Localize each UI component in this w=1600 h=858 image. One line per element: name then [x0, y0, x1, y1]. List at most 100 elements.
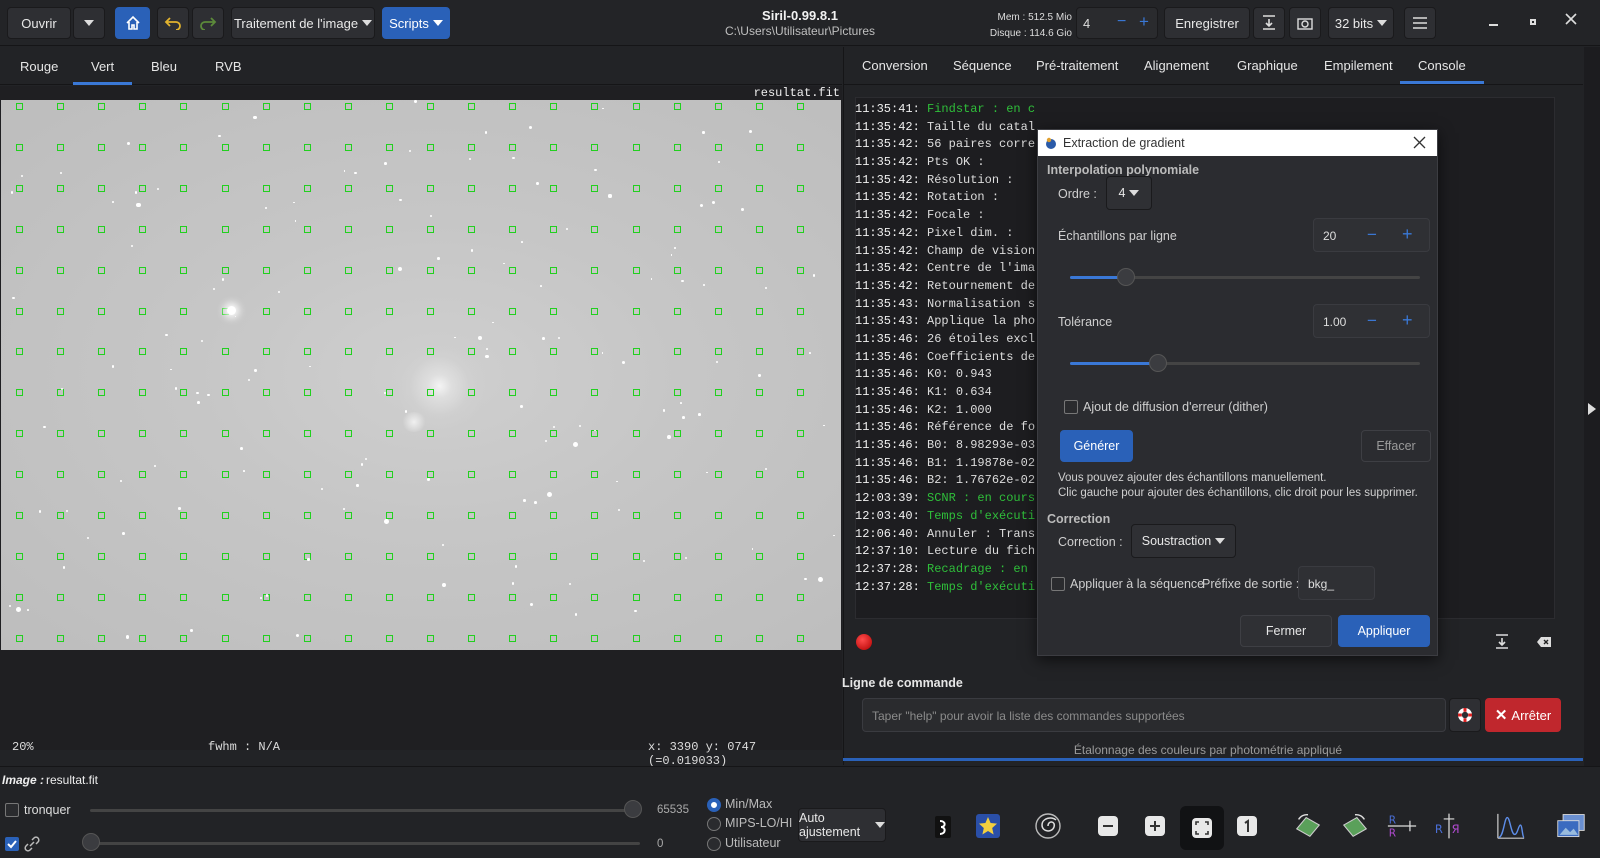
tab-bleu[interactable]: Bleu — [151, 59, 177, 74]
background-sample-box — [509, 143, 517, 151]
close-dialog-button[interactable]: Fermer — [1240, 615, 1332, 647]
close-icon[interactable] — [1413, 136, 1426, 149]
background-sample-box — [139, 266, 147, 274]
gallery-button[interactable] — [1556, 811, 1586, 841]
zoom-out-button[interactable] — [1093, 811, 1123, 841]
tab-console[interactable]: Console — [1400, 58, 1484, 84]
bit-depth-menu[interactable]: 32 bits — [1328, 7, 1394, 39]
min-slider[interactable] — [82, 833, 642, 853]
background-sample-box — [98, 103, 106, 110]
background-sample-box — [303, 348, 311, 356]
minus-icon[interactable]: − — [1367, 225, 1377, 245]
tolerance-spin[interactable]: 1.00 − + — [1313, 304, 1430, 338]
command-input[interactable]: Taper "help" pour avoir la liste des com… — [862, 698, 1446, 732]
histogram-tool-button[interactable] — [928, 811, 958, 841]
correction-select[interactable]: Soustraction — [1131, 524, 1236, 558]
plus-icon[interactable]: + — [1402, 224, 1413, 245]
open-menu-button[interactable] — [73, 7, 105, 39]
mirror-horizontal-icon: RR — [1387, 814, 1417, 840]
snapshot-button[interactable] — [1289, 7, 1321, 39]
stop-button[interactable]: ✕ Arrêter — [1485, 698, 1561, 732]
generate-button[interactable]: Générer — [1060, 430, 1133, 462]
histogram-button[interactable] — [1496, 811, 1526, 841]
rotate-left-button[interactable] — [1293, 811, 1323, 841]
minimize-button[interactable] — [1487, 14, 1501, 28]
minus-icon[interactable]: − — [1367, 311, 1377, 331]
radio-minmax[interactable] — [707, 798, 721, 812]
max-slider[interactable] — [90, 800, 650, 820]
link-checkbox[interactable] — [5, 837, 19, 851]
tab-sequence[interactable]: Séquence — [953, 58, 1012, 73]
redo-button[interactable] — [192, 7, 224, 39]
hamburger-menu-button[interactable] — [1404, 7, 1436, 39]
zoom-fit-button[interactable] — [1180, 806, 1224, 850]
console-message: 56 paires corres — [927, 137, 1035, 152]
zoom-in-button[interactable] — [1140, 811, 1170, 841]
tab-plot[interactable]: Graphique — [1237, 58, 1298, 73]
tab-conversion[interactable]: Conversion — [862, 58, 928, 73]
background-sample-box — [262, 512, 270, 519]
slider-knob[interactable] — [1117, 268, 1135, 286]
save-log-button[interactable] — [1494, 634, 1512, 652]
tab-rvb[interactable]: RVB — [215, 59, 242, 74]
tab-preprocessing[interactable]: Pré-traitement — [1036, 58, 1118, 73]
home-button[interactable] — [115, 7, 150, 39]
star-detect-button[interactable] — [973, 811, 1003, 841]
console-timestamp: 11:35:46: — [855, 349, 920, 364]
slider-knob[interactable] — [82, 833, 100, 851]
panel-toggle-arrow[interactable] — [1584, 47, 1600, 767]
clip-label: tronquer — [24, 803, 71, 817]
dither-checkbox[interactable] — [1064, 400, 1078, 414]
samples-spin[interactable]: 20 − + — [1313, 218, 1430, 252]
minus-icon[interactable]: − — [1117, 13, 1126, 31]
background-sample-box — [262, 348, 270, 356]
radio-user[interactable] — [707, 837, 721, 851]
samples-slider[interactable] — [1070, 268, 1420, 286]
tab-vert[interactable]: Vert — [72, 59, 133, 85]
tab-rouge[interactable]: Rouge — [20, 59, 58, 74]
clear-log-button[interactable] — [1536, 636, 1554, 650]
background-sample-box — [714, 389, 722, 397]
save-as-button[interactable] — [1253, 7, 1285, 39]
plus-icon[interactable]: + — [1402, 310, 1413, 331]
tolerance-slider[interactable] — [1070, 354, 1420, 372]
background-sample-box — [550, 389, 558, 397]
rotate-right-button[interactable] — [1340, 811, 1370, 841]
astro-image[interactable] — [1, 100, 841, 650]
image-viewport[interactable]: resultat.fit 20% fwhm : N/A x: 3390 y: 0… — [0, 86, 842, 768]
apply-button[interactable]: Appliquer — [1338, 615, 1430, 647]
open-button[interactable]: Ouvrir — [7, 7, 71, 39]
prefix-input[interactable]: bkg_ — [1298, 566, 1375, 600]
tab-stacking[interactable]: Empilement — [1324, 58, 1393, 73]
undo-button[interactable] — [157, 7, 189, 39]
background-sample-box — [180, 512, 188, 519]
star — [222, 278, 225, 281]
tab-registration[interactable]: Alignement — [1144, 58, 1209, 73]
maximize-button[interactable] — [1526, 14, 1540, 28]
slider-knob[interactable] — [624, 800, 642, 818]
clear-samples-button[interactable]: Effacer — [1361, 430, 1431, 462]
image-processing-menu[interactable]: Traitement de l'image — [231, 7, 375, 39]
plus-icon[interactable]: + — [1139, 12, 1149, 32]
auto-adjust-menu[interactable]: Auto ajustement — [798, 808, 886, 842]
background-sample-box — [714, 634, 722, 642]
scripts-menu[interactable]: Scripts — [382, 7, 450, 39]
threads-spin[interactable]: 4 − + — [1076, 7, 1158, 39]
slider-knob[interactable] — [1148, 354, 1167, 372]
save-button[interactable]: Enregistrer — [1164, 7, 1250, 39]
psf-button[interactable] — [1033, 811, 1063, 841]
star — [383, 161, 387, 165]
background-sample-box — [180, 307, 188, 315]
star — [342, 508, 345, 510]
mirror-y-button[interactable]: RЯ — [1434, 811, 1464, 841]
order-select[interactable]: 4 — [1106, 176, 1152, 210]
radio-mips[interactable] — [707, 817, 721, 831]
mirror-x-button[interactable]: RR — [1387, 811, 1417, 841]
star — [718, 161, 721, 164]
apply-sequence-checkbox[interactable] — [1051, 577, 1065, 591]
zoom-one-button[interactable] — [1232, 811, 1262, 841]
help-button[interactable] — [1449, 698, 1481, 732]
clip-checkbox[interactable] — [5, 803, 19, 817]
close-window-button[interactable] — [1564, 12, 1580, 28]
background-sample-box — [57, 389, 65, 397]
